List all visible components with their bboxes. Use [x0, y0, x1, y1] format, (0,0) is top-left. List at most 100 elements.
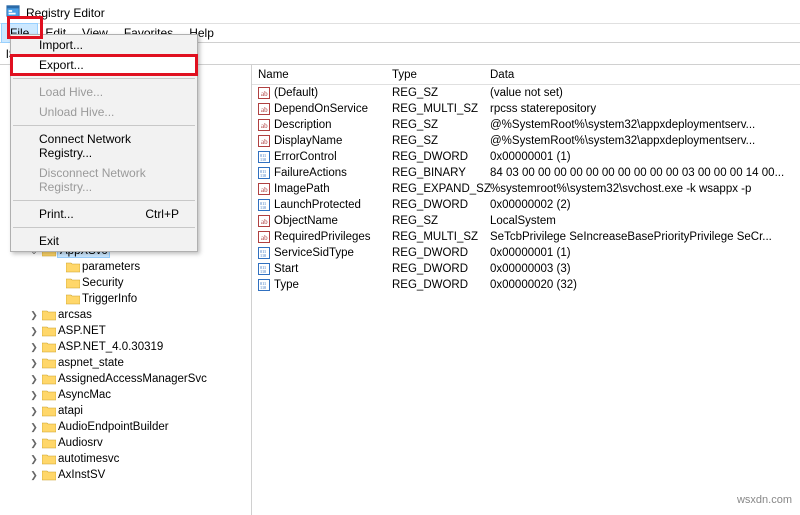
string-value-icon: ab: [257, 182, 271, 196]
tree-item-aspnet-state[interactable]: ❯aspnet_state: [0, 355, 251, 371]
value-name: FailureActions: [274, 167, 392, 179]
tree-item-label: Audiosrv: [58, 437, 103, 449]
list-header: Name Type Data: [252, 65, 800, 85]
string-value-icon: ab: [257, 214, 271, 228]
svg-text:110: 110: [260, 205, 266, 210]
value-row[interactable]: 011110FailureActionsREG_BINARY84 03 00 0…: [252, 165, 800, 181]
value-row[interactable]: 011110StartREG_DWORD0x00000003 (3): [252, 261, 800, 277]
svg-text:110: 110: [260, 269, 266, 274]
value-name: ImagePath: [274, 183, 392, 195]
col-data-header[interactable]: Data: [490, 69, 800, 81]
value-row[interactable]: abRequiredPrivilegesREG_MULTI_SZSeTcbPri…: [252, 229, 800, 245]
tree-item-label: AsyncMac: [58, 389, 111, 401]
tree-item-atapi[interactable]: ❯atapi: [0, 403, 251, 419]
value-data: @%SystemRoot%\system32\appxdeploymentser…: [490, 119, 800, 131]
value-row[interactable]: 011110TypeREG_DWORD0x00000020 (32): [252, 277, 800, 293]
tree-item-audioendpointbuilder[interactable]: ❯AudioEndpointBuilder: [0, 419, 251, 435]
value-row[interactable]: abImagePathREG_EXPAND_SZ%systemroot%\sys…: [252, 181, 800, 197]
col-name-header[interactable]: Name: [252, 69, 392, 81]
menu-separator: [13, 78, 195, 79]
value-data: 0x00000001 (1): [490, 151, 800, 163]
value-row[interactable]: 011110LaunchProtectedREG_DWORD0x00000002…: [252, 197, 800, 213]
folder-icon: [42, 469, 56, 481]
folder-icon: [66, 293, 80, 305]
value-type: REG_SZ: [392, 215, 490, 227]
tree-item-audiosrv[interactable]: ❯ Audiosrv: [0, 435, 251, 451]
twisty-icon[interactable]: ❯: [28, 422, 40, 433]
tree-item-arcsas[interactable]: ❯ arcsas: [0, 307, 251, 323]
tree-item-autotimesvc[interactable]: ❯ autotimesvc: [0, 451, 251, 467]
twisty-icon[interactable]: ❯: [28, 374, 40, 385]
value-data: 84 03 00 00 00 00 00 00 00 00 00 00 03 0…: [490, 167, 800, 179]
twisty-icon[interactable]: ❯: [28, 358, 40, 369]
tree-item-asp-net[interactable]: ❯ASP.NET: [0, 323, 251, 339]
svg-text:ab: ab: [261, 106, 268, 114]
binary-value-icon: 011110: [257, 278, 271, 292]
tree-item-label: arcsas: [58, 309, 92, 321]
tree-item-label: parameters: [82, 261, 140, 273]
value-type: REG_EXPAND_SZ: [392, 183, 490, 195]
title-bar: Registry Editor: [0, 0, 800, 24]
value-type: REG_MULTI_SZ: [392, 231, 490, 243]
value-row[interactable]: abDescriptionREG_SZ@%SystemRoot%\system3…: [252, 117, 800, 133]
svg-text:110: 110: [260, 285, 266, 290]
value-type: REG_MULTI_SZ: [392, 103, 490, 115]
value-data: LocalSystem: [490, 215, 800, 227]
tree-item-parameters[interactable]: parameters: [0, 259, 251, 275]
value-data: 0x00000001 (1): [490, 247, 800, 259]
value-data: 0x00000020 (32): [490, 279, 800, 291]
value-row[interactable]: 011110ErrorControlREG_DWORD0x00000001 (1…: [252, 149, 800, 165]
twisty-icon[interactable]: ❯: [28, 454, 40, 465]
value-data: %systemroot%\system32\svchost.exe -k wsa…: [490, 183, 800, 195]
twisty-icon[interactable]: ❯: [28, 406, 40, 417]
tree-item-asyncmac[interactable]: ❯ AsyncMac: [0, 387, 251, 403]
regedit-icon: [6, 4, 20, 21]
twisty-icon[interactable]: ❯: [28, 470, 40, 481]
value-row[interactable]: abObjectNameREG_SZLocalSystem: [252, 213, 800, 229]
tree-item-assignedaccessmanagersvc[interactable]: ❯AssignedAccessManagerSvc: [0, 371, 251, 387]
twisty-icon[interactable]: ❯: [28, 342, 40, 353]
list-body[interactable]: ab(Default)REG_SZ(value not set)abDepend…: [252, 85, 800, 515]
menu-item-exit[interactable]: Exit: [11, 231, 197, 251]
menu-item-label: Import...: [39, 38, 83, 52]
tree-item-security[interactable]: Security: [0, 275, 251, 291]
value-data: (value not set): [490, 87, 800, 99]
tree-item-label: autotimesvc: [58, 453, 119, 465]
value-name: ServiceSidType: [274, 247, 392, 259]
menu-item-load-hive: Load Hive...: [11, 82, 197, 102]
twisty-icon[interactable]: ❯: [28, 326, 40, 337]
value-name: LaunchProtected: [274, 199, 392, 211]
value-name: Type: [274, 279, 392, 291]
menu-item-connect-network-registry[interactable]: Connect Network Registry...: [11, 129, 197, 163]
value-row[interactable]: abDisplayNameREG_SZ@%SystemRoot%\system3…: [252, 133, 800, 149]
string-value-icon: ab: [257, 230, 271, 244]
list-pane: Name Type Data ab(Default)REG_SZ(value n…: [252, 65, 800, 515]
value-type: REG_DWORD: [392, 247, 490, 259]
binary-value-icon: 011110: [257, 262, 271, 276]
folder-icon: [42, 453, 56, 465]
menu-separator: [13, 125, 195, 126]
twisty-icon[interactable]: ❯: [28, 310, 40, 321]
menu-item-label: Connect Network Registry...: [39, 132, 179, 160]
menu-item-import[interactable]: Import...: [11, 35, 197, 55]
menu-item-label: Load Hive...: [39, 85, 103, 99]
folder-icon: [42, 357, 56, 369]
menu-item-label: Print...: [39, 207, 74, 221]
twisty-icon[interactable]: ❯: [28, 438, 40, 449]
tree-item-label: TriggerInfo: [82, 293, 137, 305]
value-row[interactable]: abDependOnServiceREG_MULTI_SZrpcss state…: [252, 101, 800, 117]
twisty-icon[interactable]: ❯: [28, 390, 40, 401]
menu-item-export[interactable]: Export...: [11, 55, 197, 75]
tree-item-axinstsv[interactable]: ❯AxInstSV: [0, 467, 251, 483]
value-type: REG_DWORD: [392, 279, 490, 291]
tree-item-asp-net-4-0-30319[interactable]: ❯ASP.NET_4.0.30319: [0, 339, 251, 355]
col-type-header[interactable]: Type: [392, 69, 490, 81]
tree-item-triggerinfo[interactable]: TriggerInfo: [0, 291, 251, 307]
value-data: @%SystemRoot%\system32\appxdeploymentser…: [490, 135, 800, 147]
folder-icon: [42, 341, 56, 353]
value-row[interactable]: ab(Default)REG_SZ(value not set): [252, 85, 800, 101]
value-data: 0x00000003 (3): [490, 263, 800, 275]
value-row[interactable]: 011110ServiceSidTypeREG_DWORD0x00000001 …: [252, 245, 800, 261]
menu-item-print[interactable]: Print...Ctrl+P: [11, 204, 197, 224]
menu-separator: [13, 200, 195, 201]
